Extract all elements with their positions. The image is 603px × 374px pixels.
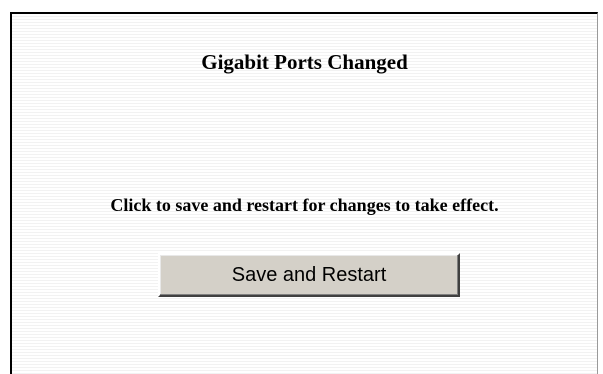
- dialog-panel: Gigabit Ports Changed Click to save and …: [10, 12, 598, 374]
- save-and-restart-button[interactable]: Save and Restart: [158, 253, 460, 297]
- instruction-text: Click to save and restart for changes to…: [110, 195, 499, 215]
- page-title: Gigabit Ports Changed: [201, 50, 408, 74]
